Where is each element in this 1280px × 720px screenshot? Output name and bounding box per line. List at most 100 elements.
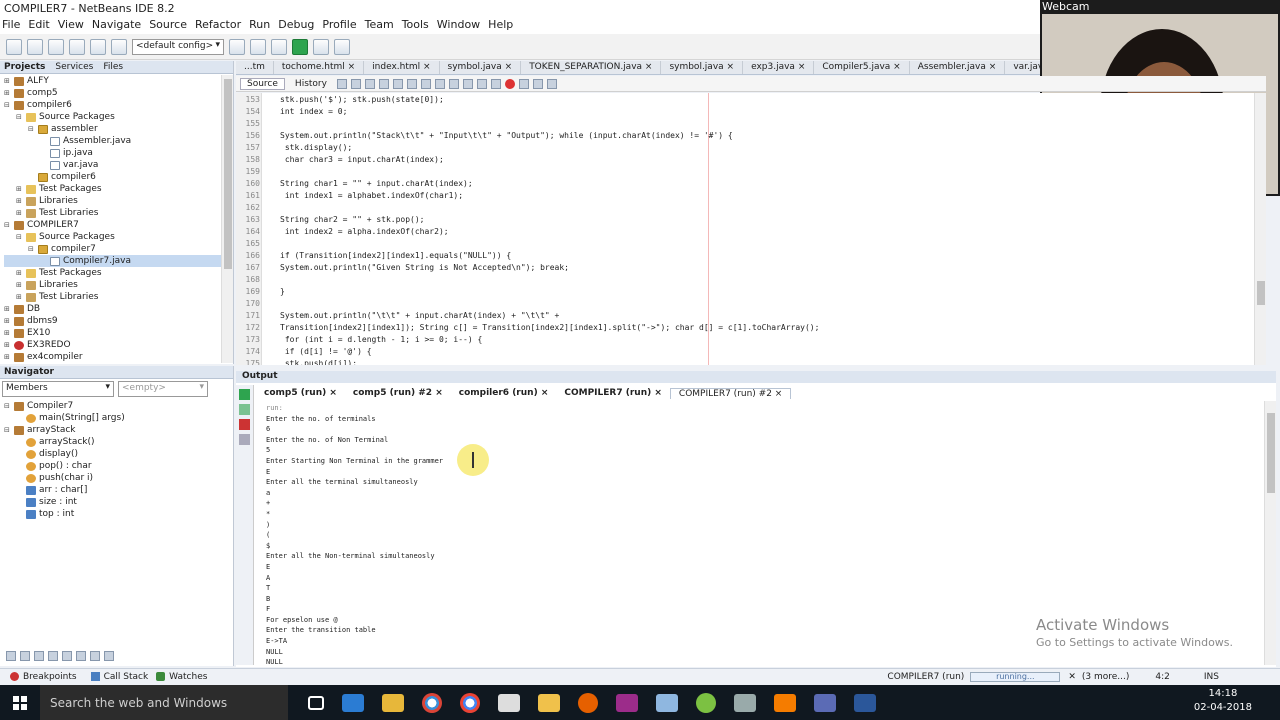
projects_panel-node[interactable]: ⊞ ALFY bbox=[4, 75, 233, 87]
output-tab[interactable]: comp5 (run) × bbox=[256, 388, 345, 398]
filter-icon[interactable] bbox=[6, 651, 16, 661]
navigator-node[interactable]: display() bbox=[4, 448, 233, 460]
previous-bookmark-icon[interactable] bbox=[448, 78, 459, 89]
expand-toggle-icon[interactable]: ⊞ bbox=[4, 329, 12, 337]
navigator-node[interactable]: top : int bbox=[4, 508, 233, 520]
navigator-node[interactable]: ⊟ arrayStack bbox=[4, 424, 233, 436]
navigator-node[interactable]: main(String[] args) bbox=[4, 412, 233, 424]
close-icon[interactable]: × bbox=[642, 62, 653, 72]
navigator-members-select[interactable]: Members bbox=[2, 381, 114, 397]
debug-icon[interactable] bbox=[313, 38, 329, 55]
editor-tab[interactable]: tochome.html × bbox=[274, 61, 365, 74]
mail-icon[interactable] bbox=[538, 693, 560, 712]
editor-tab[interactable]: Compiler5.java × bbox=[814, 61, 910, 74]
editor-tab[interactable]: Assembler.java × bbox=[910, 61, 1006, 74]
menu-window[interactable]: Window bbox=[437, 18, 480, 32]
sublime-icon[interactable] bbox=[774, 693, 796, 712]
rerun-with-options-icon[interactable] bbox=[239, 404, 250, 415]
expand-toggle-icon[interactable]: ⊞ bbox=[4, 305, 12, 313]
start-button[interactable] bbox=[0, 685, 40, 720]
close-icon[interactable]: × bbox=[420, 62, 431, 72]
config-select[interactable]: <default config> bbox=[132, 38, 224, 55]
run-icon[interactable] bbox=[292, 38, 308, 55]
redo-icon[interactable] bbox=[111, 38, 127, 55]
build-icon[interactable] bbox=[250, 38, 266, 55]
projects_panel-node[interactable]: Compiler7.java bbox=[4, 255, 233, 267]
source-view-button[interactable]: Source bbox=[240, 77, 285, 90]
projects_panel-node[interactable]: ⊞ Test Libraries bbox=[4, 207, 233, 219]
toggle-highlight-icon[interactable] bbox=[420, 78, 431, 89]
projects_panel-node[interactable]: ⊞ Libraries bbox=[4, 279, 233, 291]
tab-projects[interactable]: Projects bbox=[4, 62, 45, 72]
filter-icon[interactable] bbox=[104, 651, 114, 661]
close-icon[interactable]: × bbox=[538, 388, 549, 398]
menu-help[interactable]: Help bbox=[488, 18, 513, 32]
menu-run[interactable]: Run bbox=[249, 18, 270, 32]
editor-scrollbar[interactable] bbox=[1254, 93, 1266, 365]
projects_panel-node[interactable]: ⊞ ex4compiler bbox=[4, 351, 233, 363]
expand-toggle-icon[interactable]: ⊟ bbox=[28, 125, 36, 133]
menu-view[interactable]: View bbox=[58, 18, 84, 32]
projects_panel-node[interactable]: ⊞ Test Libraries bbox=[4, 291, 233, 303]
cancel-task-icon[interactable]: ✕ bbox=[1068, 672, 1076, 682]
projects_panel-node[interactable]: ⊟ compiler6 bbox=[4, 99, 233, 111]
projects-scrollbar[interactable] bbox=[221, 75, 233, 363]
find-previous-icon[interactable] bbox=[392, 78, 403, 89]
store-icon[interactable] bbox=[342, 693, 364, 712]
word-icon[interactable] bbox=[854, 693, 876, 712]
expand-toggle-icon[interactable]: ⊟ bbox=[28, 245, 36, 253]
projects_panel-node[interactable]: ⊟ Source Packages bbox=[4, 231, 233, 243]
navigator-node[interactable]: size : int bbox=[4, 496, 233, 508]
output-tab[interactable]: COMPILER7 (run) × bbox=[556, 388, 670, 398]
expand-toggle-icon[interactable]: ⊞ bbox=[16, 209, 24, 217]
expand-toggle-icon[interactable]: ⊞ bbox=[4, 341, 12, 349]
tab-services[interactable]: Services bbox=[55, 62, 93, 72]
projects_panel-node[interactable]: ⊞ Libraries bbox=[4, 195, 233, 207]
output-tab[interactable]: comp5 (run) #2 × bbox=[345, 388, 451, 398]
navigator-node[interactable]: arrayStack() bbox=[4, 436, 233, 448]
close-icon[interactable]: × bbox=[986, 62, 997, 72]
task-view-icon[interactable] bbox=[308, 695, 324, 710]
taskbar-clock[interactable]: 14:18 02-04-2018 bbox=[1194, 687, 1252, 715]
clean-build-icon[interactable] bbox=[271, 38, 287, 55]
projects_panel-node[interactable]: ⊟ COMPILER7 bbox=[4, 219, 233, 231]
filter-icon[interactable] bbox=[76, 651, 86, 661]
expand-toggle-icon[interactable]: ⊟ bbox=[16, 113, 24, 121]
expand-toggle-icon[interactable]: ⊞ bbox=[16, 281, 24, 289]
menu-profile[interactable]: Profile bbox=[322, 18, 356, 32]
projects_panel-node[interactable]: ⊞ Test Packages bbox=[4, 183, 233, 195]
find-icon[interactable] bbox=[378, 78, 389, 89]
new-project-icon[interactable] bbox=[6, 38, 22, 55]
close-icon[interactable]: × bbox=[724, 62, 735, 72]
expand-toggle-icon[interactable]: ⊟ bbox=[16, 233, 24, 241]
close-icon[interactable]: × bbox=[772, 389, 783, 399]
history-view-button[interactable]: History bbox=[289, 79, 333, 89]
target-icon[interactable] bbox=[229, 38, 245, 55]
projects_panel-node[interactable]: ⊟ Source Packages bbox=[4, 111, 233, 123]
next-bookmark-icon[interactable] bbox=[462, 78, 473, 89]
stop-icon[interactable] bbox=[239, 419, 250, 430]
back-icon[interactable] bbox=[350, 78, 361, 89]
projects_panel-node[interactable]: ⊟ assembler bbox=[4, 123, 233, 135]
editor-tab[interactable]: var.java × bbox=[1005, 61, 1040, 74]
open-project-icon[interactable] bbox=[48, 38, 64, 55]
menu-source[interactable]: Source bbox=[149, 18, 187, 32]
firefox-icon[interactable] bbox=[578, 692, 598, 713]
stop-macro-icon[interactable] bbox=[518, 78, 529, 89]
close-icon[interactable]: × bbox=[326, 388, 337, 398]
menu-navigate[interactable]: Navigate bbox=[92, 18, 141, 32]
editor-tab[interactable]: TOKEN_SEPARATION.java × bbox=[521, 61, 662, 74]
shift-right-icon[interactable] bbox=[490, 78, 501, 89]
undo-icon[interactable] bbox=[90, 38, 106, 55]
projects_panel-node[interactable]: ⊟ compiler7 bbox=[4, 243, 233, 255]
expand-toggle-icon[interactable]: ⊞ bbox=[16, 269, 24, 277]
navigator-node[interactable]: pop() : char bbox=[4, 460, 233, 472]
projects_panel-node[interactable]: ⊞ DB bbox=[4, 303, 233, 315]
call-stack-tab[interactable]: Call Stack bbox=[90, 672, 148, 682]
expand-toggle-icon[interactable]: ⊞ bbox=[4, 77, 12, 85]
expand-toggle-icon[interactable]: ⊞ bbox=[16, 197, 24, 205]
expand-toggle-icon[interactable]: ⊞ bbox=[4, 353, 12, 361]
save-all-icon[interactable] bbox=[69, 38, 85, 55]
forward-icon[interactable] bbox=[364, 78, 375, 89]
record-macro-icon[interactable] bbox=[504, 78, 515, 89]
